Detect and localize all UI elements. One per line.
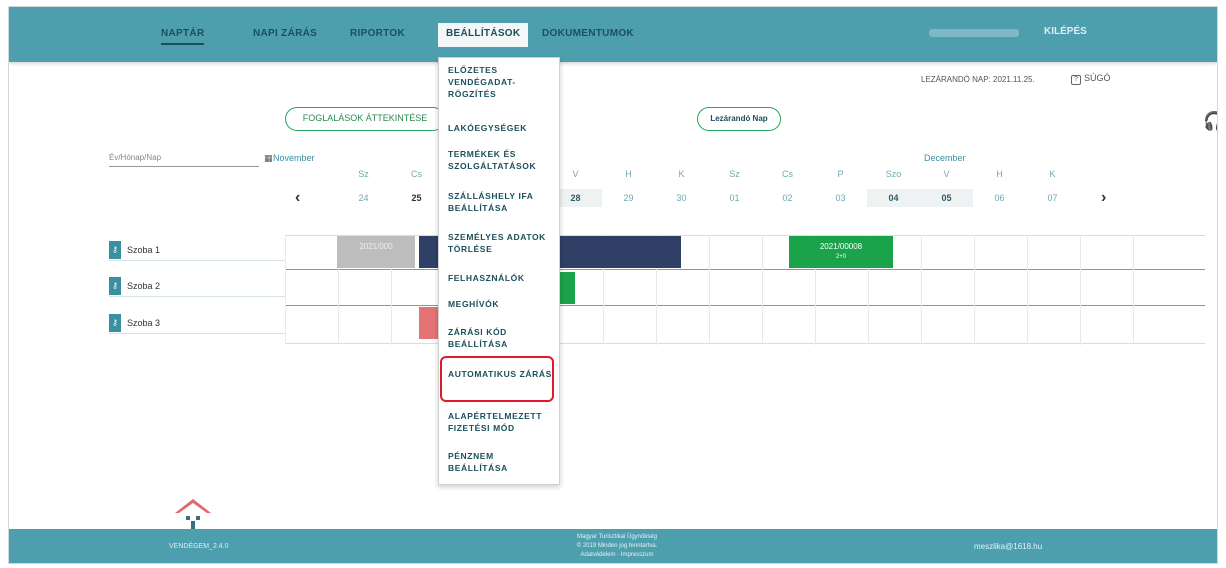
room-row-3[interactable]: ⚷ Szoba 3 [109, 312, 285, 334]
footer-email[interactable]: meszlika@1618.hu [974, 542, 1042, 551]
day-name: Sz [729, 169, 740, 179]
calendar-icon[interactable]: ▦ [264, 153, 273, 164]
month-label-november: November [273, 153, 315, 163]
prev-week-arrow-icon[interactable]: ‹ [295, 189, 300, 207]
day-name: K [678, 169, 685, 179]
help-label: SÚGÓ [1084, 73, 1111, 83]
day-date[interactable]: 03 [814, 193, 867, 203]
menu-item-users[interactable]: FELHASZNÁLÓK [448, 272, 556, 284]
help-icon: ? [1071, 75, 1081, 85]
day-date[interactable]: 01 [708, 193, 761, 203]
menu-item-automatic-closing[interactable]: AUTOMATIKUS ZÁRÁS [448, 368, 556, 380]
menu-item-tourist-tax[interactable]: SZÁLLÁSHELY IFA BEÁLLÍTÁSA [448, 190, 556, 214]
day-date[interactable]: 25 [390, 193, 443, 203]
menu-item-units[interactable]: LAKÓEGYSÉGEK [448, 122, 556, 134]
bookings-overview-button[interactable]: FOGLALÁSOK ÁTTEKINTÉSE [285, 107, 445, 131]
house-logo-icon [175, 499, 211, 529]
footer: VENDÉGEM_2.4.0 Magyar Turisztikai Ügynök… [9, 529, 1217, 563]
nav-daily-closing[interactable]: NAPI ZÁRÁS [253, 28, 317, 39]
menu-item-closing-code[interactable]: ZÁRÁSI KÓD BEÁLLÍTÁSA [448, 326, 556, 350]
grid-column-line [709, 235, 710, 345]
version-label: VENDÉGEM_2.4.0 [169, 543, 229, 550]
day-name: H [625, 169, 632, 179]
grid-column-line [921, 235, 922, 345]
date-input[interactable]: Év/Hónap/Nap [109, 153, 259, 167]
top-navigation: NAPTÁR NAPI ZÁRÁS RIPORTOK BEÁLLÍTÁSOK D… [9, 7, 1217, 62]
grid-column-line [1027, 235, 1028, 345]
key-icon: ⚷ [109, 314, 121, 332]
day-name: Sz [358, 169, 369, 179]
logout-button[interactable]: KILÉPÉS [1044, 26, 1087, 37]
footer-company: Magyar Turisztikai Ügynökség [576, 534, 658, 540]
key-icon: ⚷ [109, 277, 121, 295]
headset-icon[interactable]: 🎧 [1203, 111, 1217, 132]
day-date[interactable]: 02 [761, 193, 814, 203]
user-name [929, 29, 1019, 37]
day-name: P [837, 169, 844, 179]
day-name: V [943, 169, 950, 179]
next-week-arrow-icon[interactable]: › [1101, 189, 1106, 207]
month-label-december: December [924, 153, 966, 163]
closing-day-button[interactable]: Lezárandó Nap [697, 107, 781, 131]
settings-dropdown: ELŐZETES VENDÉGADAT-RÖGZÍTÉS LAKÓEGYSÉGE… [438, 57, 560, 485]
day-date[interactable]: 05 [920, 189, 973, 207]
day-date[interactable]: 30 [655, 193, 708, 203]
booking-block[interactable]: 2021/000 [337, 236, 415, 268]
room-row-1[interactable]: ⚷ Szoba 1 [109, 239, 285, 261]
grid-column-line [974, 235, 975, 345]
grid-column-line [1080, 235, 1081, 345]
day-date[interactable]: 04 [867, 189, 920, 207]
room-row-2[interactable]: ⚷ Szoba 2 [109, 275, 285, 297]
nav-reports[interactable]: RIPORTOK [350, 28, 405, 39]
booking-block[interactable]: 2021/00008 2+0 [789, 236, 893, 268]
day-date[interactable]: 07 [1026, 193, 1079, 203]
nav-documents[interactable]: DOKUMENTUMOK [542, 28, 634, 39]
nav-settings[interactable]: BEÁLLÍTÁSOK [438, 23, 529, 47]
booking-label: 2021/000 [359, 242, 393, 251]
menu-item-currency[interactable]: PÉNZNEM BEÁLLÍTÁSA [448, 450, 556, 474]
room-label: Szoba 2 [127, 281, 161, 291]
menu-item-products-services[interactable]: TERMÉKEK ÉS SZOLGÁLTATÁSOK [448, 148, 556, 172]
grid-column-line [1133, 235, 1134, 345]
key-icon: ⚷ [109, 241, 121, 259]
closing-day-label: LEZÁRANDÓ NAP: 2021.11.25. [921, 75, 1035, 84]
booking-guests: 2+0 [835, 254, 847, 260]
grid-column-line [762, 235, 763, 345]
day-date[interactable]: 29 [602, 193, 655, 203]
menu-item-guest-precheckin[interactable]: ELŐZETES VENDÉGADAT-RÖGZÍTÉS [448, 64, 556, 100]
day-date[interactable]: 24 [337, 193, 390, 203]
footer-copyright: © 2019 Minden jog fenntartva. [576, 543, 658, 549]
room-label: Szoba 3 [127, 318, 161, 328]
day-name: Cs [782, 169, 793, 179]
booking-label: 2021/00008 [819, 242, 863, 251]
day-name: Cs [411, 169, 422, 179]
footer-center: Magyar Turisztikai Ügynökség © 2019 Mind… [557, 533, 677, 560]
menu-item-default-payment[interactable]: ALAPÉRTELMEZETT FIZETÉSI MÓD [448, 410, 556, 434]
day-date[interactable]: 06 [973, 193, 1026, 203]
menu-item-delete-personal-data[interactable]: SZEMÉLYES ADATOK TÖRLÉSE [448, 231, 556, 255]
menu-item-invitations[interactable]: MEGHÍVÓK [448, 298, 556, 310]
day-name: Szo [885, 169, 902, 179]
footer-links[interactable]: Adatvédelem · Impresszum [557, 551, 677, 560]
grid-line [285, 343, 1205, 344]
grid-line [285, 269, 1205, 270]
app-frame: NAPTÁR NAPI ZÁRÁS RIPORTOK BEÁLLÍTÁSOK D… [8, 6, 1218, 564]
nav-calendar[interactable]: NAPTÁR [161, 28, 205, 45]
day-name: H [996, 169, 1003, 179]
grid-line [285, 305, 1205, 306]
day-name: K [1049, 169, 1056, 179]
grid-column-line [285, 235, 286, 345]
help-link[interactable]: ? SÚGÓ [1071, 73, 1111, 85]
room-label: Szoba 1 [127, 245, 161, 255]
